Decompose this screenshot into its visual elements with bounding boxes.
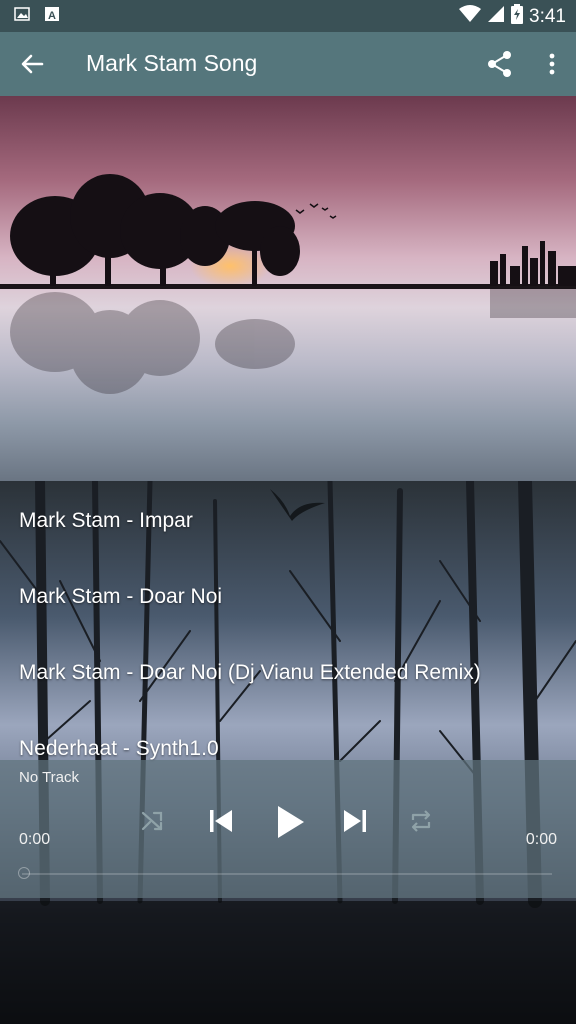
app-bar: Mark Stam Song (0, 32, 576, 96)
album-artwork (0, 96, 576, 481)
play-icon (278, 806, 304, 838)
svg-text:A: A (48, 10, 56, 22)
battery-charging-icon (511, 4, 524, 29)
status-bar: A 3:41 (0, 0, 576, 32)
shuffle-button[interactable] (140, 808, 166, 839)
back-arrow-icon (21, 54, 44, 74)
track-name: No Track (19, 769, 80, 786)
shuffle-icon (141, 811, 163, 831)
share-icon (488, 51, 511, 77)
skip-next-button[interactable] (340, 806, 370, 841)
play-button[interactable] (272, 802, 308, 847)
wifi-icon (459, 5, 482, 28)
font-a-icon: A (44, 6, 60, 27)
list-item[interactable]: Mark Stam - Impar (19, 509, 193, 533)
seek-thumb[interactable] (18, 867, 30, 879)
list-item[interactable]: Mark Stam - Doar Noi (19, 585, 222, 609)
skip-previous-icon (210, 810, 232, 832)
list-item[interactable]: Mark Stam - Doar Noi (Dj Vianu Extended … (19, 661, 481, 685)
skip-previous-button[interactable] (206, 806, 236, 841)
back-button[interactable] (16, 48, 48, 80)
repeat-icon (411, 810, 431, 832)
page-title: Mark Stam Song (86, 50, 258, 76)
player-panel: No Track 0:00 0:00 (0, 760, 576, 898)
list-item[interactable]: Nederhaat - Synth1.0 (19, 737, 219, 761)
repeat-button[interactable] (408, 808, 434, 839)
signal-icon (487, 5, 505, 28)
status-time: 3:41 (529, 5, 566, 27)
total-time: 0:00 (525, 831, 557, 848)
image-icon (14, 6, 30, 27)
seek-bar[interactable] (22, 873, 552, 875)
share-button[interactable] (484, 48, 516, 80)
current-time: 0:00 (19, 831, 51, 848)
more-options-button[interactable] (542, 48, 562, 80)
more-vert-icon (549, 53, 555, 75)
skip-next-icon (344, 810, 366, 832)
